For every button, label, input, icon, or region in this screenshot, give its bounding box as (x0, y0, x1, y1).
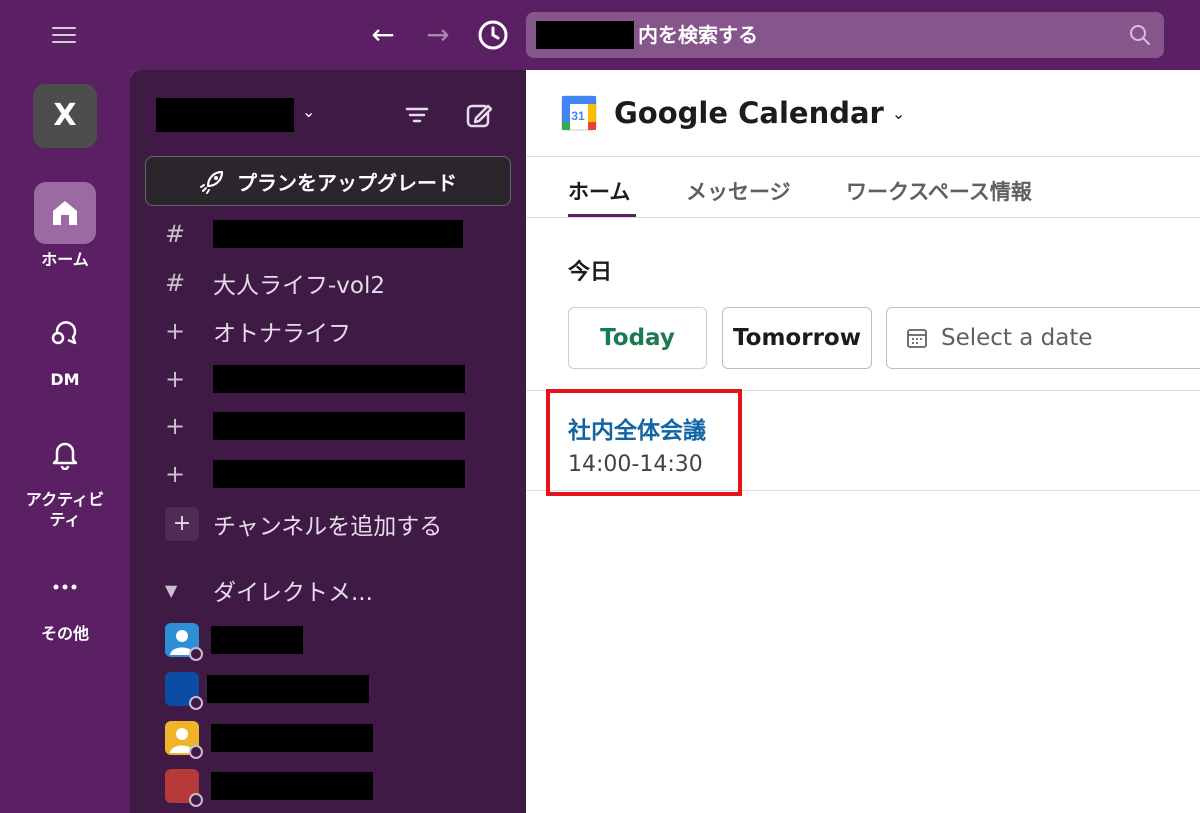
plus-icon: + (165, 460, 186, 488)
google-calendar-icon: 31 (561, 95, 597, 131)
history-clock-icon[interactable] (476, 18, 510, 52)
redacted-user-name (211, 724, 373, 752)
dm-item[interactable] (165, 671, 369, 710)
dm-section-label: ダイレクトメ... (213, 580, 373, 606)
avatar (165, 721, 203, 759)
plus-icon: + (165, 317, 186, 345)
rail-label-more: その他 (40, 624, 89, 643)
upgrade-label: プランをアップグレード (237, 170, 457, 195)
redacted-channel-name (213, 460, 465, 488)
redacted-channel-name (213, 220, 463, 248)
channel-item[interactable]: # 大人ライフ-vol2 (165, 265, 385, 301)
tab-bar: ホーム メッセージ ワークスペース情報 (526, 158, 1200, 218)
search-placeholder: 内を検索する (638, 23, 758, 47)
channel-label: 大人ライフ-vol2 (213, 273, 386, 299)
active-tab-indicator (568, 214, 636, 217)
chevron-down-icon[interactable]: ⌄ (302, 102, 315, 121)
date-placeholder: Select a date (941, 325, 1093, 351)
dm-section-header[interactable]: ▼ ダイレクトメ... (165, 572, 373, 608)
top-bar: ← → 内を検索する (0, 0, 1200, 70)
presence-icon (189, 745, 203, 759)
tab-home[interactable]: ホーム (568, 176, 630, 206)
add-channel-label: チャンネルを追加する (213, 514, 443, 540)
hash-icon: # (165, 269, 186, 297)
tab-workspace-info[interactable]: ワークスペース情報 (846, 176, 1032, 206)
tab-messages[interactable]: メッセージ (686, 176, 791, 206)
add-channel-button[interactable]: + チャンネルを追加する (165, 506, 442, 542)
plus-icon: + (165, 507, 199, 541)
compose-icon[interactable] (462, 98, 496, 132)
back-arrow-icon[interactable]: ← (366, 18, 400, 52)
rail-label-home: ホーム (41, 250, 89, 269)
channel-label: オトナライフ (213, 321, 351, 347)
left-rail: X ホーム DM アクティビティ その他 (0, 70, 130, 813)
dm-icon (51, 321, 77, 345)
presence-icon (189, 696, 203, 710)
presence-icon (189, 647, 203, 661)
rail-item-more[interactable]: その他 (0, 556, 130, 644)
redacted-user-name (211, 626, 303, 654)
rail-home-box (34, 182, 96, 244)
divider (526, 156, 1200, 157)
rail-more-box (34, 556, 96, 618)
redacted-workspace-title[interactable] (156, 98, 294, 132)
channel-item[interactable]: + (165, 456, 465, 492)
presence-icon (189, 793, 203, 807)
chevron-down-icon: ⌄ (891, 103, 906, 123)
forward-arrow-icon[interactable]: → (421, 18, 455, 52)
rail-label-activity: アクティビティ (25, 490, 105, 529)
section-title: 今日 (568, 260, 613, 285)
redacted-user-name (207, 675, 369, 703)
plus-icon: + (165, 412, 186, 440)
app-header[interactable]: 31 Google Calendar ⌄ (560, 94, 905, 132)
workspace-avatar[interactable]: X (33, 84, 97, 148)
today-button[interactable]: Today (568, 307, 707, 369)
rail-item-activity[interactable]: アクティビティ (0, 422, 130, 530)
redacted-user-name (211, 772, 373, 800)
date-picker[interactable]: Select a date (886, 307, 1200, 369)
rail-dm-box (34, 302, 96, 364)
channel-item[interactable]: + (165, 408, 465, 444)
avatar (165, 672, 203, 710)
rail-label-dm: DM (50, 370, 80, 389)
avatar (165, 623, 203, 661)
redacted-channel-name (213, 412, 465, 440)
app-main-panel: 31 Google Calendar ⌄ ホーム メッセージ ワークスペース情報… (526, 70, 1200, 813)
rail-item-home[interactable]: ホーム (0, 182, 130, 270)
avatar (165, 769, 203, 807)
caret-down-icon: ▼ (165, 580, 178, 600)
app-title: Google Calendar (614, 96, 884, 130)
calendar-icon (907, 329, 927, 348)
channel-item[interactable]: + オトナライフ (165, 313, 351, 349)
search-icon (1130, 25, 1150, 45)
tomorrow-button[interactable]: Tomorrow (722, 307, 872, 369)
menu-icon[interactable] (50, 24, 78, 46)
rocket-icon (200, 170, 224, 194)
dm-item[interactable] (165, 622, 303, 661)
bell-icon (52, 442, 78, 470)
hash-icon: # (165, 220, 186, 248)
channel-sidebar: ⌄ プランをアップグレード # # 大人ライフ-vol2 + オトナライフ + … (130, 70, 526, 813)
rail-activity-box (34, 422, 96, 484)
more-icon (53, 584, 77, 590)
redacted-workspace-name (536, 21, 634, 49)
redacted-channel-name (213, 365, 465, 393)
dm-item[interactable] (165, 720, 373, 759)
upgrade-plan-button[interactable]: プランをアップグレード (145, 156, 511, 206)
filter-icon[interactable] (400, 98, 434, 132)
rail-item-dm[interactable]: DM (0, 302, 130, 390)
search-bar[interactable]: 内を検索する (526, 12, 1164, 58)
plus-icon: + (165, 365, 186, 393)
channel-item[interactable]: + (165, 361, 465, 397)
channel-item[interactable]: # (165, 216, 463, 252)
calendar-day-number: 31 (571, 109, 585, 123)
dm-item[interactable] (165, 768, 373, 807)
highlight-box (546, 389, 742, 496)
home-icon (53, 201, 77, 225)
